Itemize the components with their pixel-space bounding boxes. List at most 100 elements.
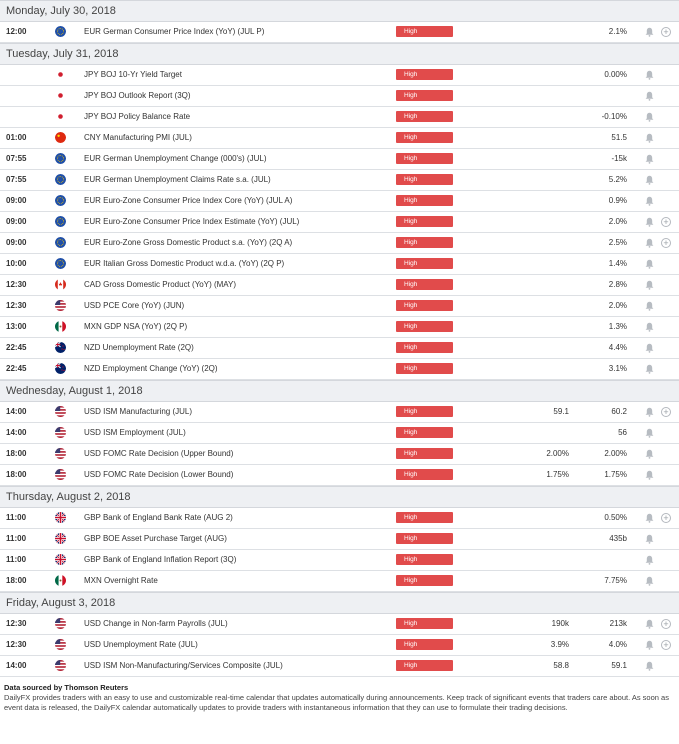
event-name[interactable]: MXN GDP NSA (YoY) (2Q P) [84,322,187,331]
add-event-plus-icon[interactable]: + [661,513,671,523]
bell-icon[interactable] [645,428,654,438]
event-row[interactable]: 10:00 EUR Italian Gross Domestic Product … [0,254,679,275]
event-name[interactable]: JPY BOJ 10-Yr Yield Target [84,70,182,79]
event-name[interactable]: USD FOMC Rate Decision (Upper Bound) [84,449,233,458]
flag-jp-icon [55,90,66,101]
event-row[interactable]: JPY BOJ 10-Yr Yield Target High 0.00% [0,65,679,86]
bell-icon[interactable] [645,133,654,143]
event-name[interactable]: EUR Euro-Zone Consumer Price Index Estim… [84,217,299,226]
event-row[interactable]: 14:00 USD ISM Non-Manufacturing/Services … [0,656,679,677]
bell-icon[interactable] [645,576,654,586]
event-row[interactable]: 14:00 USD ISM Manufacturing (JUL) High 59.1… [0,402,679,423]
add-event-plus-icon[interactable]: + [661,27,671,37]
event-name[interactable]: USD Change in Non-farm Payrolls (JUL) [84,619,228,628]
bell-icon[interactable] [645,301,654,311]
bell-icon[interactable] [645,534,654,544]
event-row[interactable]: 18:00 USD FOMC Rate Decision (Upper Bound… [0,444,679,465]
event-row[interactable]: 09:00 EUR Euro-Zone Consumer Price Index … [0,191,679,212]
bell-icon[interactable] [645,407,654,417]
event-row[interactable]: 13:00 MXN GDP NSA (YoY) (2Q P) High 1.3% [0,317,679,338]
event-row[interactable]: 12:30 USD Unemployment Rate (JUL) High 3.9%… [0,635,679,656]
event-name[interactable]: EUR German Unemployment Claims Rate s.a.… [84,175,271,184]
bell-icon[interactable] [645,364,654,374]
bell-icon[interactable] [645,196,654,206]
event-name[interactable]: EUR Italian Gross Domestic Product w.d.a… [84,259,284,268]
bell-icon[interactable] [645,513,654,523]
event-row[interactable]: 18:00 MXN Overnight Rate High 7.75% [0,571,679,592]
importance-badge: High [396,469,453,480]
bell-icon[interactable] [645,322,654,332]
event-row[interactable]: 12:30 USD PCE Core (YoY) (JUN) High 2.0% [0,296,679,317]
bell-icon[interactable] [645,280,654,290]
bell-icon[interactable] [645,238,654,248]
add-event-plus-icon[interactable]: + [661,407,671,417]
event-name[interactable]: GBP Bank of England Inflation Report (3Q… [84,555,236,564]
add-event-plus-icon[interactable]: + [661,238,671,248]
actual-value: 58.8 [553,661,569,670]
event-name[interactable]: GBP BOE Asset Purchase Target (AUG) [84,534,227,543]
bell-icon[interactable] [645,112,654,122]
event-name[interactable]: USD ISM Non-Manufacturing/Services Compo… [84,661,283,670]
event-row[interactable]: 22:45 NZD Unemployment Rate (2Q) High 4.4% [0,338,679,359]
event-name[interactable]: USD PCE Core (YoY) (JUN) [84,301,184,310]
event-row[interactable]: JPY BOJ Outlook Report (3Q) High [0,86,679,107]
event-name[interactable]: EUR German Consumer Price Index (YoY) (J… [84,27,264,36]
event-row[interactable]: JPY BOJ Policy Balance Rate High -0.10% [0,107,679,128]
bell-icon[interactable] [645,619,654,629]
bell-icon[interactable] [645,175,654,185]
bell-icon[interactable] [645,661,654,671]
event-row[interactable]: 01:00 CNY Manufacturing PMI (JUL) High 51.5 [0,128,679,149]
flag-eu-icon [55,258,66,269]
event-time: 11:00 [6,534,27,543]
event-name[interactable]: JPY BOJ Outlook Report (3Q) [84,91,191,100]
bell-icon[interactable] [645,217,654,227]
importance-badge: High [396,639,453,650]
event-name[interactable]: NZD Unemployment Rate (2Q) [84,343,194,352]
add-event-plus-icon[interactable]: + [661,619,671,629]
event-name[interactable]: EUR German Unemployment Change (000's) (… [84,154,266,163]
bell-icon[interactable] [645,640,654,650]
event-row[interactable]: 07:55 EUR German Unemployment Claims Rate… [0,170,679,191]
event-time: 12:00 [6,27,27,36]
event-row[interactable]: 12:30 CAD Gross Domestic Product (YoY) (M… [0,275,679,296]
bell-icon[interactable] [645,470,654,480]
event-name[interactable]: USD FOMC Rate Decision (Lower Bound) [84,470,233,479]
event-row[interactable]: 14:00 USD ISM Employment (JUL) High 56 [0,423,679,444]
flag-mx-icon [55,321,66,332]
add-event-plus-icon[interactable]: + [661,640,671,650]
event-name[interactable]: GBP Bank of England Bank Rate (AUG 2) [84,513,233,522]
event-name[interactable]: EUR Euro-Zone Gross Domestic Product s.a… [84,238,292,247]
bell-icon[interactable] [645,449,654,459]
event-row[interactable]: 07:55 EUR German Unemployment Change (000… [0,149,679,170]
event-name[interactable]: MXN Overnight Rate [84,576,158,585]
event-row[interactable]: 09:00 EUR Euro-Zone Gross Domestic Produc… [0,233,679,254]
event-name[interactable]: USD ISM Employment (JUL) [84,428,186,437]
event-name[interactable]: USD ISM Manufacturing (JUL) [84,407,192,416]
bell-icon[interactable] [645,343,654,353]
event-time: 09:00 [6,196,27,205]
bell-icon[interactable] [645,555,654,565]
bell-icon[interactable] [645,154,654,164]
event-row[interactable]: 18:00 USD FOMC Rate Decision (Lower Bound… [0,465,679,486]
event-name[interactable]: JPY BOJ Policy Balance Rate [84,112,190,121]
bell-icon[interactable] [645,259,654,269]
event-row[interactable]: 11:00 GBP Bank of England Bank Rate (AUG … [0,508,679,529]
forecast-value: 0.9% [608,196,627,205]
event-name[interactable]: CAD Gross Domestic Product (YoY) (MAY) [84,280,236,289]
event-row[interactable]: 11:00 GBP BOE Asset Purchase Target (AUG)… [0,529,679,550]
event-row[interactable]: 22:45 NZD Employment Change (YoY) (2Q) Hig… [0,359,679,380]
event-row[interactable]: 12:00 EUR German Consumer Price Index (Yo… [0,22,679,43]
event-name[interactable]: NZD Employment Change (YoY) (2Q) [84,364,218,373]
bell-icon[interactable] [645,91,654,101]
event-row[interactable]: 12:30 USD Change in Non-farm Payrolls (JU… [0,614,679,635]
event-name[interactable]: USD Unemployment Rate (JUL) [84,640,198,649]
event-row[interactable]: 09:00 EUR Euro-Zone Consumer Price Index … [0,212,679,233]
event-name[interactable]: EUR Euro-Zone Consumer Price Index Core … [84,196,292,205]
flag-gb-icon [55,533,66,544]
add-event-plus-icon[interactable]: + [661,217,671,227]
bell-icon[interactable] [645,27,654,37]
importance-badge: High [396,153,453,164]
bell-icon[interactable] [645,70,654,80]
event-row[interactable]: 11:00 GBP Bank of England Inflation Repor… [0,550,679,571]
event-name[interactable]: CNY Manufacturing PMI (JUL) [84,133,192,142]
